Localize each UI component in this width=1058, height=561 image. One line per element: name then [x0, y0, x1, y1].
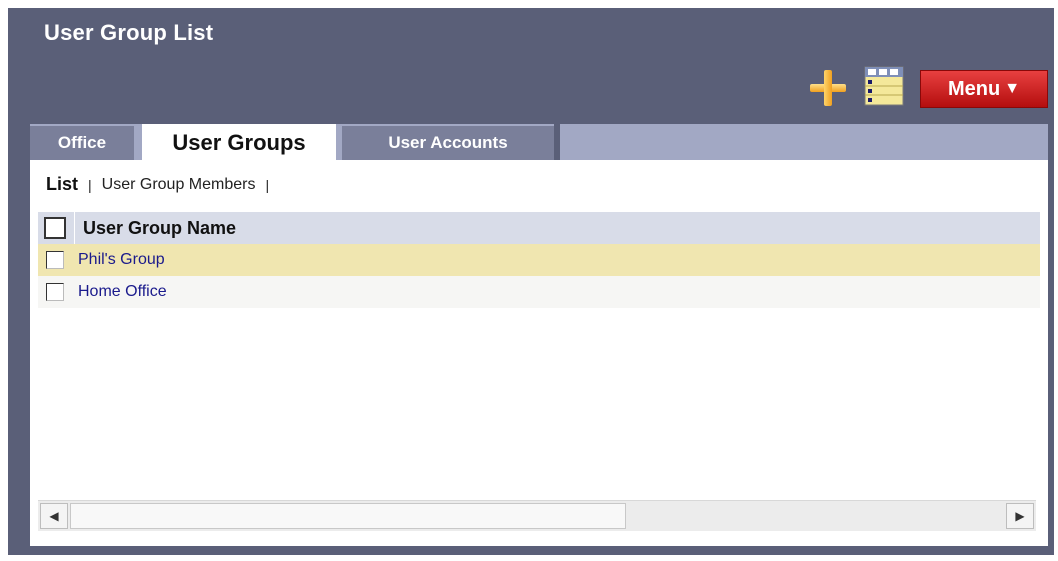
content-area: List | User Group Members | User Group N… [30, 160, 1048, 546]
plus-icon-vertical [824, 70, 832, 106]
user-group-name-link[interactable]: Phil's Group [78, 251, 165, 269]
select-all-checkbox[interactable] [44, 217, 66, 239]
page-title: User Group List [44, 20, 214, 45]
column-header-user-group-name[interactable]: User Group Name [83, 218, 236, 239]
user-group-name-link[interactable]: Home Office [78, 283, 167, 301]
tab-user-groups[interactable]: User Groups [142, 124, 336, 162]
caret-down-icon: ▼ [1004, 80, 1021, 97]
scroll-right-icon[interactable]: ▶ [1006, 503, 1034, 529]
subnav-user-group-members-link[interactable]: User Group Members [102, 176, 256, 194]
row-checkbox[interactable] [46, 251, 64, 269]
row-checkbox[interactable] [46, 283, 64, 301]
table-row[interactable]: Home Office [38, 276, 1040, 308]
subnav-separator: | [265, 176, 270, 193]
sub-navigation: List | User Group Members | [46, 174, 269, 195]
plus-icon[interactable] [810, 70, 846, 106]
menu-button-label: Menu [947, 77, 1001, 100]
column-divider [74, 212, 75, 244]
tab-user-accounts[interactable]: User Accounts [342, 126, 554, 160]
horizontal-scrollbar[interactable]: ◀ ▶ [38, 500, 1036, 531]
menu-button[interactable]: Menu ▼ [920, 70, 1048, 108]
list-view-icon[interactable] [864, 66, 904, 106]
subnav-separator: | [88, 176, 92, 193]
user-group-table: User Group Name Phil's Group Home Office [38, 212, 1040, 308]
tab-bar: Office User Groups User Accounts [30, 124, 1048, 162]
scroll-left-icon[interactable]: ◀ [40, 503, 68, 529]
tab-office[interactable]: Office [30, 126, 134, 160]
table-row[interactable]: Phil's Group [38, 244, 1040, 276]
table-header: User Group Name [38, 212, 1040, 244]
scrollbar-thumb[interactable] [70, 503, 626, 529]
tab-divider [554, 124, 560, 160]
subnav-list-link[interactable]: List [46, 174, 78, 195]
